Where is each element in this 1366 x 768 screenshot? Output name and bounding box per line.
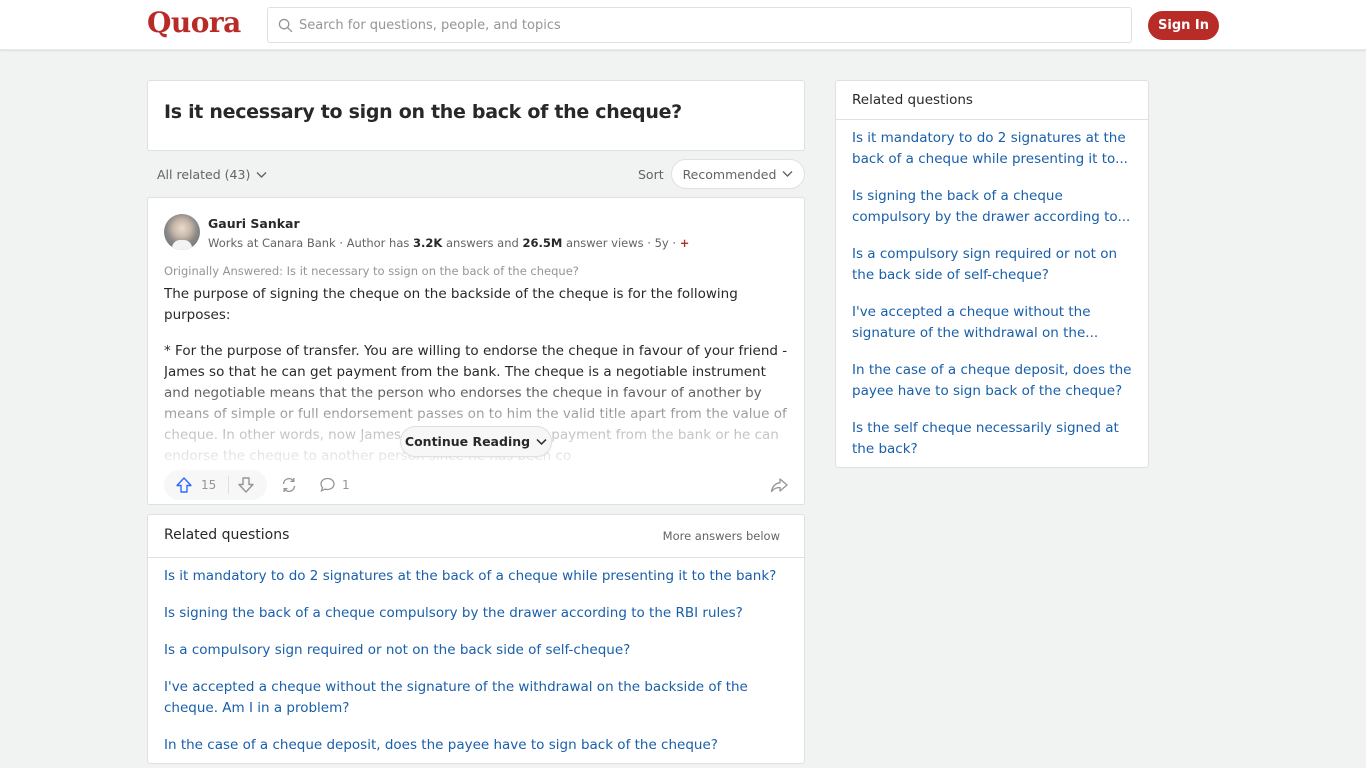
sort-dropdown[interactable]: Recommended (671, 159, 805, 189)
all-related-dropdown[interactable]: All related (43) (157, 167, 267, 182)
sort-value: Recommended (682, 166, 777, 182)
search-box[interactable] (267, 7, 1132, 43)
continue-reading-label: Continue Reading (404, 434, 531, 449)
share-button[interactable] (770, 476, 788, 498)
related-questions-header: Related questions More answers below (148, 515, 804, 558)
answers-count: 3.2K (413, 236, 443, 250)
quora-logo[interactable]: Quora (147, 6, 241, 39)
related-question-link[interactable]: Is signing the back of a cheque compulso… (164, 603, 794, 624)
sidebar-related-link[interactable]: Is it mandatory to do 2 signatures at th… (852, 128, 1137, 170)
sidebar-related-list: Is it mandatory to do 2 signatures at th… (852, 128, 1137, 476)
sidebar-related-link[interactable]: In the case of a cheque deposit, does th… (852, 360, 1137, 402)
downvote-button[interactable] (229, 476, 255, 494)
author-name[interactable]: Gauri Sankar (208, 216, 300, 231)
sidebar-related-link[interactable]: Is the self cheque necessarily signed at… (852, 418, 1137, 460)
sidebar-related-link[interactable]: I've accepted a cheque without the signa… (852, 302, 1137, 344)
sidebar-related-title: Related questions (852, 92, 973, 108)
related-questions-card: Related questions More answers below Is … (147, 514, 805, 764)
reshare-button[interactable] (280, 476, 298, 498)
sidebar-related-link[interactable]: Is a compulsory sign required or not on … (852, 244, 1137, 286)
upvote-count: 15 (201, 478, 217, 492)
cred-suffix: answer views · 5y · (562, 236, 680, 250)
related-question-link[interactable]: Is it mandatory to do 2 signatures at th… (164, 566, 794, 587)
sidebar-related-header: Related questions (836, 81, 1148, 120)
cred-prefix: Works at Canara Bank · Author has (208, 236, 414, 250)
sort-label: Sort (638, 167, 664, 182)
quora-plus-icon: + (679, 236, 690, 250)
originally-answered[interactable]: Originally Answered: Is it necessary to … (164, 264, 579, 278)
upvote-button[interactable]: 15 (164, 476, 228, 494)
top-bar: Quora Sign In (0, 0, 1366, 50)
share-arrow-icon (770, 478, 788, 493)
search-icon (278, 18, 293, 32)
chevron-down-icon (782, 171, 793, 177)
comment-bubble-icon (320, 477, 335, 493)
related-question-link[interactable]: Is a compulsory sign required or not on … (164, 640, 794, 661)
search-input[interactable] (299, 17, 1099, 33)
upvote-arrow-icon (176, 477, 192, 493)
question-card: Is it necessary to sign on the back of t… (147, 80, 805, 151)
reshare-icon (282, 477, 296, 493)
sign-in-button[interactable]: Sign In (1148, 11, 1219, 40)
related-question-link[interactable]: In the case of a cheque deposit, does th… (164, 735, 794, 756)
chevron-down-icon (256, 171, 267, 178)
author-avatar[interactable] (164, 214, 200, 250)
downvote-arrow-icon (238, 477, 254, 493)
answer-card: Gauri Sankar Works at Canara Bank · Auth… (147, 197, 805, 505)
question-title: Is it necessary to sign on the back of t… (164, 101, 682, 123)
related-questions-list: Is it mandatory to do 2 signatures at th… (164, 566, 794, 768)
cred-mid: answers and (442, 236, 523, 250)
author-credentials: Works at Canara Bank · Author has 3.2K a… (208, 236, 689, 250)
comment-count: 1 (342, 477, 350, 492)
related-questions-title: Related questions (164, 527, 290, 543)
related-question-link[interactable]: I've accepted a cheque without the signa… (164, 677, 794, 719)
chevron-down-icon (536, 438, 547, 445)
more-answers-below: More answers below (662, 529, 780, 543)
comment-button[interactable]: 1 (319, 476, 350, 493)
vote-pill: 15 (164, 470, 267, 500)
all-related-label: All related (43) (157, 167, 251, 182)
answer-actions: 15 1 (164, 470, 790, 500)
filter-row: All related (43) Sort Recommended (147, 158, 805, 190)
sidebar-related-link[interactable]: Is signing the back of a cheque compulso… (852, 186, 1137, 228)
continue-reading-button[interactable]: Continue Reading (400, 426, 552, 457)
sidebar-related-questions: Related questions Is it mandatory to do … (835, 80, 1149, 468)
views-count: 26.5M (522, 236, 563, 250)
